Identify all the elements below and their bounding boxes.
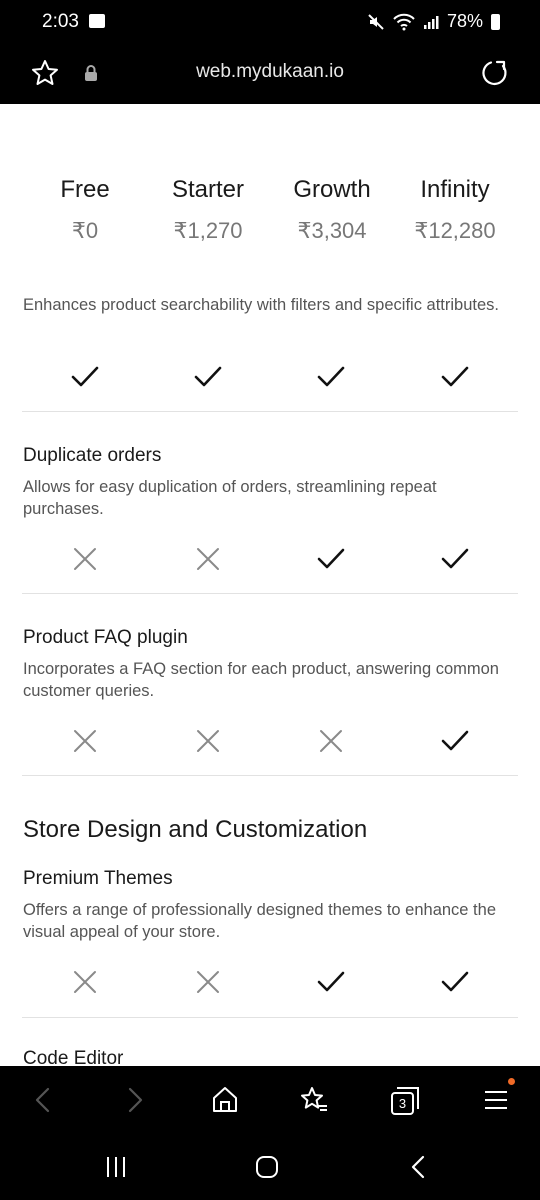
check-icon [194, 366, 222, 387]
feature-description: Allows for easy duplication of orders, s… [23, 478, 437, 518]
status-icons: 78% [367, 11, 500, 32]
gallery-notification-icon [89, 14, 105, 28]
signal-icon [423, 15, 439, 29]
plan-name: Infinity [420, 176, 490, 203]
availability-row [0, 362, 540, 392]
browser-bottom-nav: 3 [0, 1066, 540, 1134]
feature-title: Premium Themes [23, 868, 173, 889]
plan-name: Growth [293, 176, 371, 203]
battery-percent: 78% [446, 11, 483, 31]
check-icon [441, 730, 469, 751]
divider [22, 411, 518, 412]
status-bar: 2:03 78% [0, 0, 540, 46]
menu-icon[interactable] [480, 1084, 512, 1116]
feature-title: Product FAQ plugin [23, 627, 188, 648]
plan-price: ₹12,280 [414, 218, 496, 243]
divider [22, 775, 518, 776]
address-bar-url[interactable]: web.mydukaan.io [0, 61, 540, 83]
plan-name: Starter [171, 176, 245, 203]
plan-column-growth: Growth ₹3,304 [267, 176, 397, 244]
pricing-comparison-page: Free ₹0 Starter ₹1,270 Growth ₹3,304 Inf… [0, 104, 540, 1066]
feature-description: Enhances product searchability with filt… [23, 296, 499, 314]
cross-icon [74, 971, 96, 993]
cross-icon [74, 730, 96, 752]
notification-dot [508, 1078, 515, 1085]
check-icon [317, 971, 345, 992]
feature-description: Offers a range of professionally designe… [23, 901, 496, 941]
tab-count: 3 [398, 1096, 407, 1111]
system-back-icon[interactable] [406, 1154, 432, 1180]
battery-icon [491, 13, 500, 30]
feature-title: Code Editor [23, 1048, 124, 1066]
system-nav-bar [0, 1134, 540, 1200]
plan-name: Free [60, 176, 110, 203]
cross-icon [74, 548, 96, 570]
cross-icon [320, 730, 342, 752]
cross-icon [197, 730, 219, 752]
availability-row [0, 967, 540, 997]
bookmarks-icon[interactable] [298, 1084, 330, 1116]
plan-price: ₹0 [71, 218, 99, 243]
section-title: Store Design and Customization [23, 816, 368, 843]
availability-row [0, 544, 540, 574]
browser-toolbar: web.mydukaan.io [0, 46, 540, 104]
check-icon [317, 366, 345, 387]
check-icon [71, 366, 99, 387]
check-icon [441, 548, 469, 569]
tabs-button[interactable]: 3 [388, 1084, 422, 1118]
feature-title: Duplicate orders [23, 445, 162, 466]
system-home-icon[interactable] [254, 1154, 280, 1180]
plan-header-row: Free ₹0 Starter ₹1,270 Growth ₹3,304 Inf… [0, 176, 540, 256]
back-icon[interactable] [28, 1084, 60, 1116]
cross-icon [197, 548, 219, 570]
recent-apps-icon[interactable] [103, 1154, 129, 1180]
forward-icon[interactable] [118, 1084, 150, 1116]
status-time: 2:03 [42, 11, 79, 32]
cross-icon [197, 971, 219, 993]
divider [22, 593, 518, 594]
availability-row [0, 726, 540, 756]
plan-price: ₹1,270 [173, 218, 243, 243]
plan-price: ₹3,304 [297, 218, 367, 243]
feature-description: Incorporates a FAQ section for each prod… [23, 660, 499, 700]
check-icon [441, 366, 469, 387]
plan-column-infinity: Infinity ₹12,280 [390, 176, 520, 244]
mute-icon [368, 13, 384, 30]
check-icon [441, 971, 469, 992]
divider [22, 1017, 518, 1018]
reload-icon[interactable] [480, 58, 510, 88]
wifi-icon [393, 13, 415, 30]
check-icon [317, 548, 345, 569]
home-icon[interactable] [209, 1084, 241, 1116]
plan-column-free: Free ₹0 [20, 176, 150, 244]
plan-column-starter: Starter ₹1,270 [143, 176, 273, 244]
